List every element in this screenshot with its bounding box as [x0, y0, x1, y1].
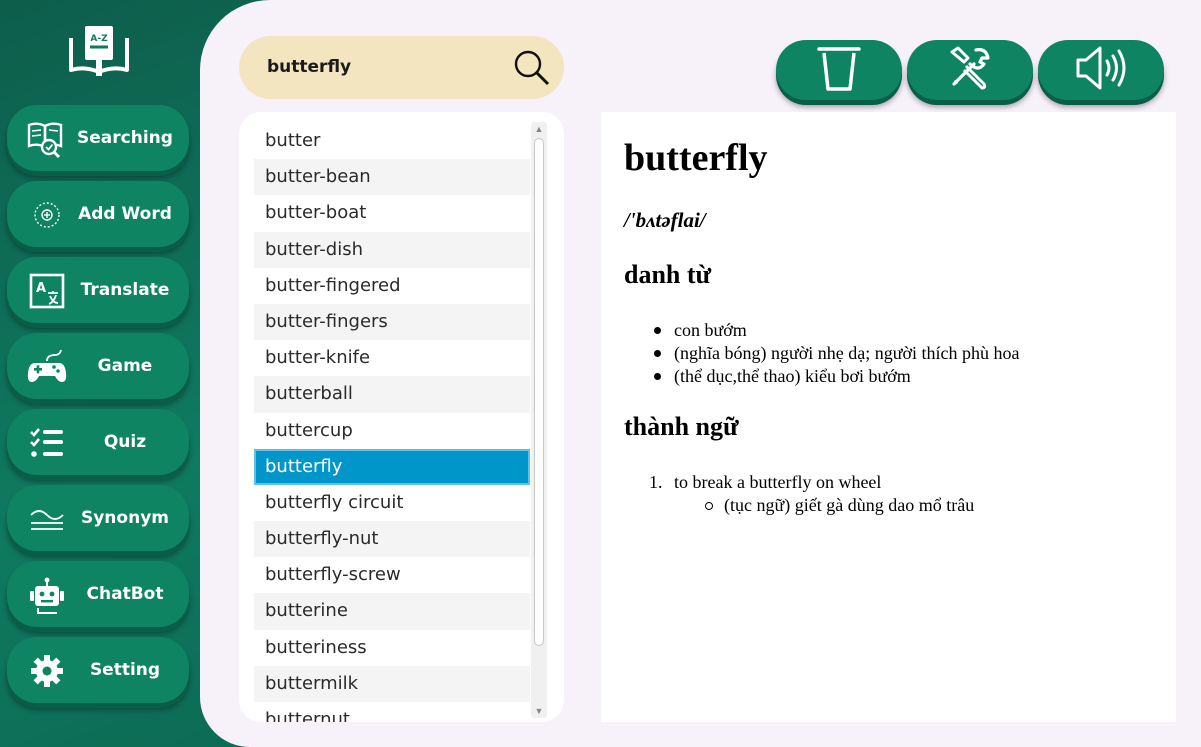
dictionary-logo-icon: A-Z	[68, 24, 130, 80]
sidebar-item-label: Add Word	[78, 204, 172, 224]
sidebar-item-add-word[interactable]: Add Word	[7, 181, 189, 247]
meaning-item: (nghĩa bóng) người nhẹ dạ; người thích p…	[654, 343, 1020, 363]
trash-icon	[817, 43, 861, 98]
list-item-selected[interactable]: butterfly	[254, 448, 530, 485]
list-item[interactable]: butteriness	[254, 630, 530, 666]
sidebar-item-chatbot[interactable]: ChatBot	[7, 561, 189, 627]
meaning-item: (thể dục,thể thao) kiểu bơi bướm	[654, 365, 1020, 388]
sidebar-item-synonym[interactable]: Synonym	[7, 485, 189, 551]
word-list-scrollbar[interactable]: ▲ ▼	[531, 122, 547, 718]
part-of-speech: danh từ	[624, 260, 712, 289]
meaning-list: con bướm (nghĩa bóng) người nhẹ dạ; ngườ…	[654, 319, 1020, 388]
list-item[interactable]: buttermilk	[254, 665, 530, 702]
gamepad-icon	[27, 347, 67, 387]
scroll-up-icon[interactable]: ▲	[534, 124, 544, 134]
sidebar-item-label: Synonym	[80, 508, 169, 528]
sidebar-item-setting[interactable]: Setting	[7, 637, 189, 703]
list-item[interactable]: butterine	[254, 593, 530, 630]
idiom-list: 1. to break a butterfly on wheel (tục ng…	[649, 471, 974, 517]
tools-icon	[946, 44, 994, 97]
idiom-title: thành ngữ	[624, 412, 739, 441]
sidebar-item-label: Quiz	[103, 432, 147, 452]
list-item[interactable]: butter-fingers	[254, 303, 530, 341]
speak-button[interactable]	[1038, 40, 1164, 100]
scrollbar-thumb[interactable]	[534, 138, 544, 646]
list-item[interactable]: butterfly-screw	[254, 557, 530, 593]
scroll-down-icon[interactable]: ▼	[534, 706, 544, 716]
list-item[interactable]: butter-dish	[254, 231, 530, 268]
sidebar-item-label: Translate	[80, 280, 170, 300]
list-item[interactable]: butter-boat	[254, 195, 530, 231]
waves-icon	[27, 499, 67, 539]
list-item[interactable]: buttercup	[254, 413, 530, 449]
list-item[interactable]: butter	[254, 123, 530, 159]
checklist-icon	[27, 423, 67, 463]
sidebar-item-label: Searching	[77, 128, 173, 148]
search-bar	[239, 36, 564, 99]
robot-icon	[27, 575, 67, 615]
main-panel: butter butter-bean butter-boat butter-di…	[200, 0, 1201, 747]
svg-text:A: A	[36, 281, 46, 296]
word-list[interactable]: butter butter-bean butter-boat butter-di…	[254, 123, 530, 722]
idiom-number: 1.	[649, 472, 663, 492]
sidebar-item-searching[interactable]: Searching	[7, 105, 189, 171]
book-search-icon	[27, 119, 67, 159]
gear-icon	[27, 651, 67, 691]
add-circle-icon	[27, 195, 67, 235]
delete-button[interactable]	[776, 40, 902, 100]
pronunciation: /'bʌtəflai/	[624, 208, 706, 232]
svg-text:A-Z: A-Z	[90, 34, 108, 44]
sidebar: A-Z Searching Add Word A Translate Game …	[0, 0, 200, 747]
list-item[interactable]: butterfly-nut	[254, 521, 530, 558]
translate-icon: A	[27, 271, 67, 311]
sidebar-item-label: ChatBot	[86, 584, 164, 604]
sidebar-item-label: Setting	[89, 660, 161, 680]
idiom-meaning: (tục ngữ) giết gà dùng dao mổ trâu	[674, 494, 974, 517]
edit-button[interactable]	[907, 40, 1033, 100]
list-item[interactable]: butter-bean	[254, 159, 530, 196]
meaning-item: con bướm	[654, 319, 1020, 342]
speaker-icon	[1074, 45, 1128, 96]
list-item[interactable]: butter-knife	[254, 340, 530, 376]
idiom-text: to break a butterfly on wheel	[674, 472, 882, 492]
definition-word: butterfly	[624, 137, 768, 179]
list-item[interactable]: butter-fingered	[254, 268, 530, 304]
sidebar-item-game[interactable]: Game	[7, 333, 189, 399]
list-item[interactable]: butterball	[254, 376, 530, 413]
list-item[interactable]: butternut	[254, 702, 530, 722]
sidebar-item-quiz[interactable]: Quiz	[7, 409, 189, 475]
definition-panel: butterfly /'bʌtəflai/ danh từ con bướm (…	[601, 112, 1176, 722]
idiom-item: 1. to break a butterfly on wheel	[649, 471, 974, 494]
search-icon[interactable]	[513, 49, 551, 87]
search-input[interactable]	[267, 52, 497, 82]
sidebar-item-label: Game	[97, 356, 153, 376]
list-item[interactable]: butterfly circuit	[254, 485, 530, 521]
sidebar-item-translate[interactable]: A Translate	[7, 257, 189, 323]
word-list-panel: butter butter-bean butter-boat butter-di…	[239, 112, 564, 722]
